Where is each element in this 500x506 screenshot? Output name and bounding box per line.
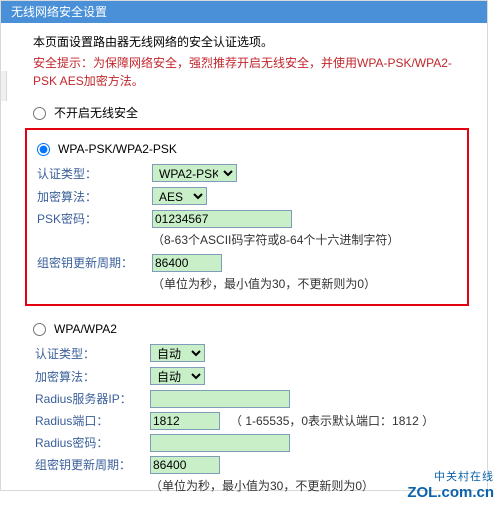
row-radius-port: Radius端口： （ 1-65535，0表示默认端口：1812 ） xyxy=(35,410,459,432)
row-psk-group-rekey: 组密钥更新周期： xyxy=(37,252,457,274)
radio-disable-label: 不开启无线安全 xyxy=(54,104,138,122)
row-wpa-wpa2[interactable]: WPA/WPA2 xyxy=(33,316,469,342)
label-auth-type: 认证类型： xyxy=(37,165,152,183)
label-psk-password: PSK密码： xyxy=(37,210,152,228)
radio-wpa-wpa2[interactable] xyxy=(33,323,46,336)
label-encrypt-algo: 加密算法： xyxy=(37,188,152,206)
input-radius-port[interactable] xyxy=(150,412,220,430)
input-radius-password[interactable] xyxy=(150,434,290,452)
highlight-box-wpa-psk: WPA-PSK/WPA2-PSK 认证类型： WPA2-PSK 加密算法： AE… xyxy=(25,128,469,306)
select-psk-encrypt-algo[interactable]: AES xyxy=(152,187,207,205)
intro-text: 本页面设置路由器无线网络的安全认证选项。 xyxy=(33,33,469,51)
note-radius-port: （ 1-65535，0表示默认端口：1812 ） xyxy=(230,412,434,430)
input-psk-group-rekey[interactable] xyxy=(152,254,222,272)
label-wpa-group-rekey: 组密钥更新周期： xyxy=(35,456,150,474)
row-psk-encrypt-algo: 加密算法： AES xyxy=(37,185,457,208)
row-wpa-psk[interactable]: WPA-PSK/WPA2-PSK xyxy=(37,136,457,162)
note-wpa-group-rekey: （单位为秒，最小值为30，不更新则为0） xyxy=(35,476,459,498)
row-wpa-group-rekey: 组密钥更新周期： xyxy=(35,454,459,476)
label-radius-port: Radius端口： xyxy=(35,412,150,430)
label-radius-password: Radius密码： xyxy=(35,434,150,452)
select-wpa-encrypt-algo[interactable]: 自动 xyxy=(150,367,205,385)
label-wpa-encrypt-algo: 加密算法： xyxy=(35,368,150,386)
radio-wpa-psk[interactable] xyxy=(37,143,50,156)
radio-wpa-psk-label: WPA-PSK/WPA2-PSK xyxy=(58,140,177,158)
security-warning: 安全提示：为保障网络安全，强烈推荐开启无线安全，并使用WPA-PSK/WPA2-… xyxy=(33,54,469,90)
input-wpa-group-rekey[interactable] xyxy=(150,456,220,474)
select-wpa-auth-type[interactable]: 自动 xyxy=(150,344,205,362)
left-strip xyxy=(1,71,7,101)
row-wpa-auth-type: 认证类型： 自动 xyxy=(35,342,459,365)
settings-panel: 无线网络安全设置 本页面设置路由器无线网络的安全认证选项。 安全提示：为保障网络… xyxy=(0,0,488,491)
input-psk-password[interactable] xyxy=(152,210,292,228)
row-psk-password: PSK密码： xyxy=(37,208,457,230)
select-psk-auth-type[interactable]: WPA2-PSK xyxy=(152,164,237,182)
row-radius-ip: Radius服务器IP： xyxy=(35,388,459,410)
label-group-rekey: 组密钥更新周期： xyxy=(37,254,152,272)
radio-wpa-wpa2-label: WPA/WPA2 xyxy=(54,320,117,338)
row-disable-security[interactable]: 不开启无线安全 xyxy=(33,100,469,126)
row-wpa-encrypt-algo: 加密算法： 自动 xyxy=(35,365,459,388)
radio-disable-security[interactable] xyxy=(33,107,46,120)
note-psk-group-rekey: （单位为秒，最小值为30，不更新则为0） xyxy=(37,274,457,296)
row-psk-auth-type: 认证类型： WPA2-PSK xyxy=(37,162,457,185)
panel-content: 本页面设置路由器无线网络的安全认证选项。 安全提示：为保障网络安全，强烈推荐开启… xyxy=(1,23,487,506)
label-radius-ip: Radius服务器IP： xyxy=(35,390,150,408)
label-wpa-auth-type: 认证类型： xyxy=(35,345,150,363)
row-radius-password: Radius密码： xyxy=(35,432,459,454)
input-radius-ip[interactable] xyxy=(150,390,290,408)
panel-title: 无线网络安全设置 xyxy=(1,1,487,23)
note-psk-password: （8-63个ASCII码字符或8-64个十六进制字符） xyxy=(37,230,457,252)
